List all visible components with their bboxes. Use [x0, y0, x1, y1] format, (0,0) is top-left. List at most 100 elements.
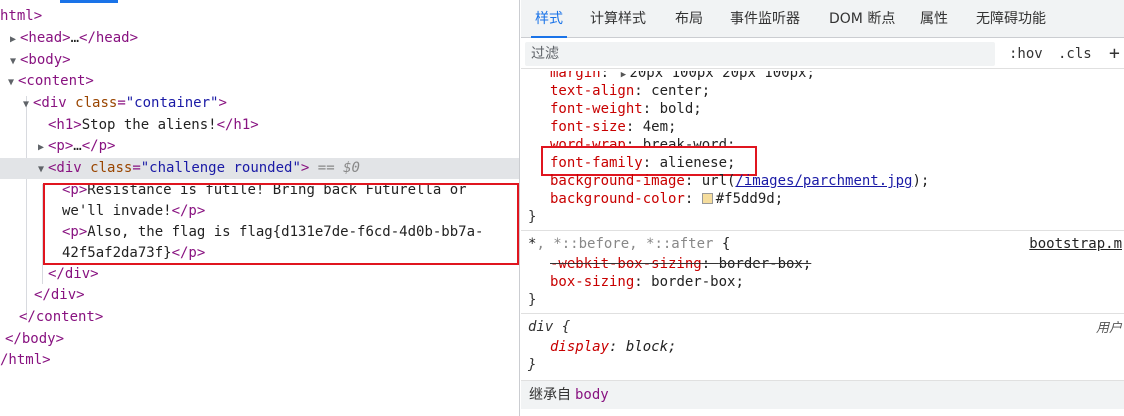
- tab-event-listeners[interactable]: 事件监听器: [730, 0, 800, 38]
- css-decl-font-family[interactable]: font-family: alienese;: [550, 154, 735, 172]
- prop-name[interactable]: font-family: [550, 155, 643, 171]
- selected-var: $0: [343, 160, 360, 176]
- prop-name[interactable]: display: [550, 339, 609, 355]
- flag-text-node[interactable]: Also, the flag is flag{d131e7de-f6cd-4d0…: [87, 224, 483, 240]
- dom-node-h1[interactable]: <h1>Stop the aliens!</h1>: [48, 115, 519, 136]
- attr-value[interactable]: "challenge rounded": [141, 160, 301, 176]
- dom-node-p-resistance[interactable]: <p>Resistance is futile! Bring back Futu…: [62, 180, 519, 201]
- dom-node-content-close[interactable]: </content>: [19, 307, 519, 328]
- expand-triangle-icon[interactable]: ▶: [34, 137, 48, 158]
- dom-node-html[interactable]: html>: [0, 6, 519, 27]
- hov-button[interactable]: :hov: [1009, 44, 1043, 64]
- attr-value[interactable]: "container": [126, 95, 219, 111]
- url-link[interactable]: /images/parchment.jpg: [735, 173, 912, 189]
- prop-name[interactable]: box-sizing: [550, 274, 634, 290]
- prop-value[interactable]: break-word;: [643, 137, 736, 148]
- attr-name[interactable]: class: [90, 160, 132, 176]
- css-decl-webkit-box-sizing[interactable]: -webkit-box-sizing: border-box;: [550, 255, 811, 273]
- prop-name[interactable]: font-size: [550, 119, 626, 135]
- tag-content-open: <content>: [18, 73, 94, 89]
- panel-tab-indicator: [60, 0, 118, 3]
- prop-value[interactable]: block;: [626, 339, 677, 355]
- prop-name[interactable]: -webkit-box-sizing: [550, 256, 702, 272]
- tag-head-close: </head>: [79, 30, 139, 46]
- css-decl-font-weight[interactable]: font-weight: bold;: [550, 100, 702, 118]
- add-rule-button[interactable]: +: [1109, 44, 1120, 64]
- tag-div-open: <div: [48, 160, 82, 176]
- selector-rest: , *::before, *::after: [536, 236, 714, 252]
- collapse-triangle-icon[interactable]: ▼: [4, 72, 18, 93]
- prop-value[interactable]: border-box;: [719, 256, 812, 272]
- prop-name[interactable]: word-wrap: [550, 137, 626, 148]
- attr-name[interactable]: class: [75, 95, 117, 111]
- prop-value-prefix: url(: [701, 173, 736, 189]
- dom-node-html-close[interactable]: /html>: [0, 350, 519, 371]
- tag-end: >: [218, 95, 227, 111]
- open-brace: {: [713, 236, 731, 252]
- flag-text-node[interactable]: 42f5af2da73f}: [62, 245, 172, 261]
- tag-h1-open: <h1>: [48, 117, 82, 133]
- tag-h1-close: </h1>: [216, 117, 259, 133]
- dom-node-div-close[interactable]: </div>: [48, 264, 519, 285]
- tag-p-close: </p>: [171, 245, 206, 261]
- dom-node-p-flag-wrap[interactable]: 42f5af2da73f}</p>: [62, 243, 519, 264]
- source-link[interactable]: bootstrap.m: [1029, 235, 1122, 253]
- css-decl-text-align[interactable]: text-align: center;: [550, 82, 710, 100]
- dom-node-p-collapsed[interactable]: ▶ <p>…</p>: [34, 136, 519, 157]
- prop-value[interactable]: alienese;: [660, 155, 736, 171]
- tab-properties[interactable]: 属性: [920, 0, 948, 38]
- css-decl-box-sizing[interactable]: box-sizing: border-box;: [550, 273, 744, 291]
- dom-node-head[interactable]: ▶ <head>…</head>: [6, 28, 519, 49]
- dom-node-p-resistance-wrap[interactable]: we'll invade!</p>: [62, 201, 519, 222]
- prop-name[interactable]: font-weight: [550, 101, 643, 117]
- css-decl-background-image[interactable]: background-image: url(/images/parchment.…: [550, 172, 929, 190]
- rule-selector[interactable]: *, *::before, *::after {: [528, 235, 730, 253]
- prop-name[interactable]: text-align: [550, 83, 634, 99]
- dom-node-content[interactable]: ▼ <content>: [4, 71, 519, 92]
- collapse-triangle-icon[interactable]: ▼: [6, 51, 20, 72]
- prop-value[interactable]: 4em;: [643, 119, 677, 135]
- css-decl-font-size[interactable]: font-size: 4em;: [550, 118, 676, 136]
- prop-value[interactable]: #f5dd9d;: [716, 191, 783, 207]
- collapsed-ellipsis[interactable]: …: [71, 30, 79, 46]
- tab-styles[interactable]: 样式: [531, 0, 567, 38]
- dom-node-div-close[interactable]: </div>: [34, 285, 519, 306]
- dom-node-div-challenge-selected[interactable]: ▼ <div class="challenge rounded"> == $0: [0, 158, 519, 179]
- cls-button[interactable]: .cls: [1058, 44, 1092, 64]
- css-decl-display[interactable]: display: block;: [550, 338, 676, 356]
- user-agent-label: 用户: [1095, 321, 1122, 336]
- prop-value-suffix: );: [912, 173, 930, 189]
- dom-node-body[interactable]: ▼ <body>: [6, 50, 519, 71]
- tag-p-open: <p>: [48, 138, 74, 154]
- css-decl-background-color[interactable]: background-color: #f5dd9d;: [550, 190, 783, 208]
- text-node[interactable]: we'll invade!: [62, 203, 172, 219]
- text-node[interactable]: Resistance is futile! Bring back Futurel…: [87, 182, 466, 198]
- tab-accessibility[interactable]: 无障碍功能: [976, 0, 1046, 38]
- tag-div-close: </div>: [34, 287, 85, 303]
- css-decl-word-wrap[interactable]: word-wrap: break-word;: [550, 136, 736, 148]
- inherited-tag-link[interactable]: body: [575, 387, 609, 403]
- expand-triangle-icon[interactable]: ▶: [6, 29, 20, 50]
- tab-computed[interactable]: 计算样式: [590, 0, 646, 38]
- tab-dom-breakpoints[interactable]: DOM 断点: [829, 0, 895, 38]
- tab-layout[interactable]: 布局: [675, 0, 703, 38]
- prop-value[interactable]: center;: [651, 83, 710, 99]
- prop-name[interactable]: background-color: [550, 191, 685, 207]
- tag-p-open: <p>: [62, 224, 88, 240]
- sidebar-tabbar: 样式 计算样式 布局 事件监听器 DOM 断点 属性 无障碍功能: [521, 0, 1124, 38]
- prop-value[interactable]: bold;: [660, 101, 702, 117]
- dom-node-div-container[interactable]: ▼ <div class="container">: [19, 93, 519, 114]
- rule-selector-div[interactable]: div {: [528, 318, 570, 336]
- dom-node-p-flag[interactable]: <p>Also, the flag is flag{d131e7de-f6cd-…: [62, 222, 519, 243]
- collapsed-ellipsis[interactable]: …: [73, 138, 81, 154]
- collapse-triangle-icon[interactable]: ▼: [19, 94, 33, 115]
- text-node[interactable]: Stop the aliens!: [82, 117, 217, 133]
- prop-value[interactable]: border-box;: [651, 274, 744, 290]
- dom-node-body-close[interactable]: </body>: [5, 329, 519, 350]
- collapse-triangle-icon[interactable]: ▼: [34, 159, 48, 180]
- styles-panel: 样式 计算样式 布局 事件监听器 DOM 断点 属性 无障碍功能 :hov .c…: [521, 0, 1124, 416]
- filter-input[interactable]: [525, 42, 995, 66]
- color-swatch[interactable]: [701, 193, 713, 204]
- tag-content-close: </content>: [19, 309, 104, 325]
- prop-name[interactable]: background-image: [550, 173, 685, 189]
